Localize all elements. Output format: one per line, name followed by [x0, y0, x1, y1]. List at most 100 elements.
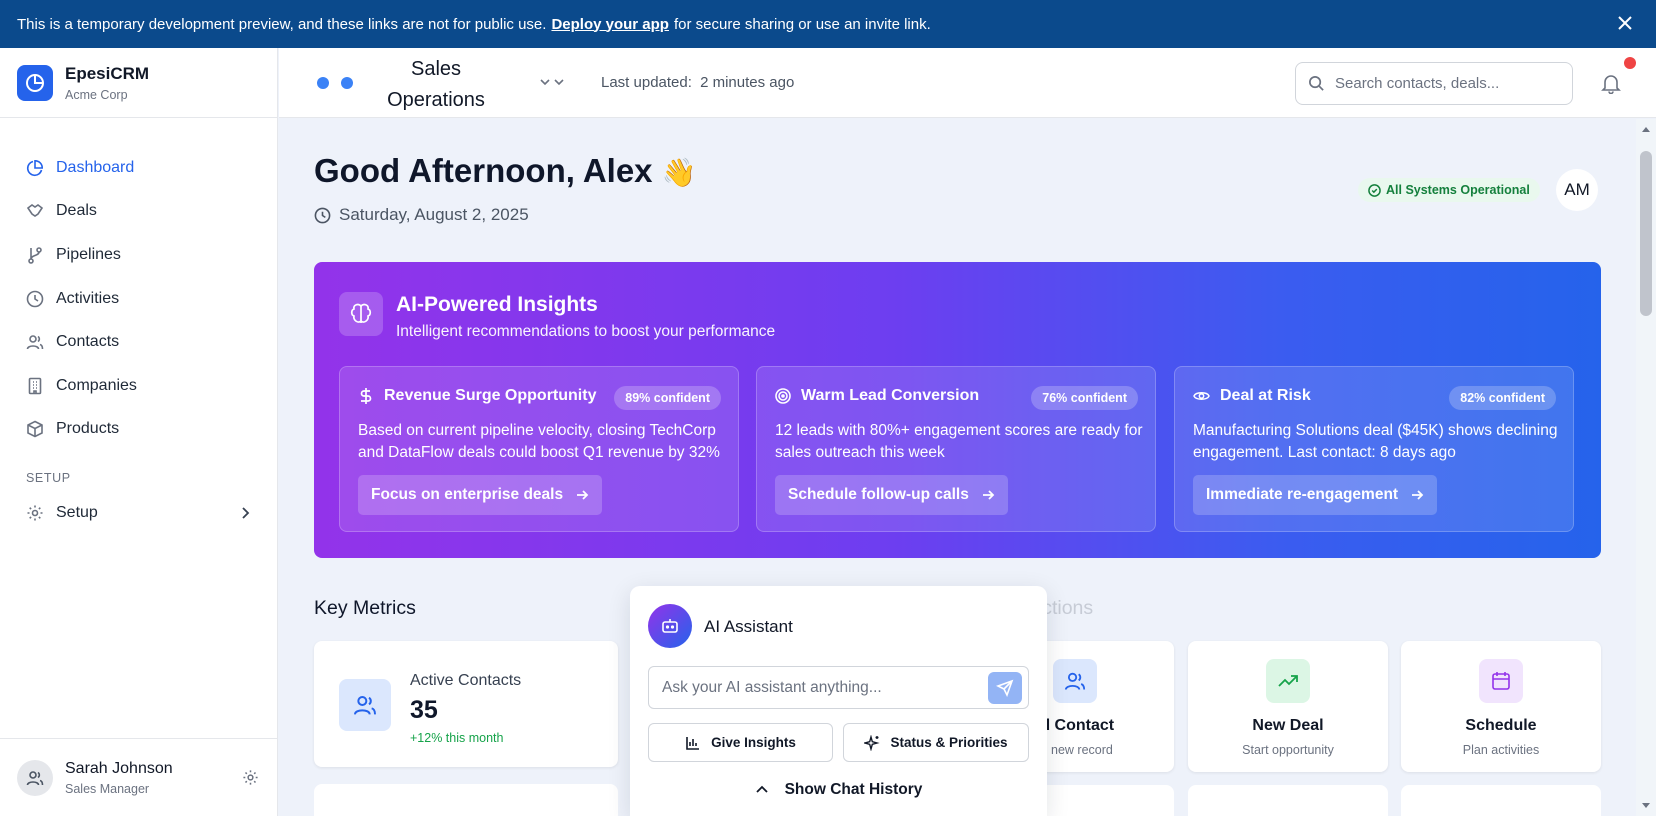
workspace-dots: [317, 77, 353, 89]
assistant-input[interactable]: [662, 678, 982, 697]
settings-icon[interactable]: [242, 769, 259, 786]
target-icon: [775, 388, 791, 404]
card-header: Revenue Surge Opportunity: [358, 387, 596, 405]
page-title: Good Afternoon, Alex 👋: [314, 152, 697, 190]
clock-icon: [314, 207, 331, 223]
quick-action-schedule[interactable]: Schedule Plan activities: [1401, 641, 1601, 772]
sidebar-item-companies[interactable]: Companies: [0, 364, 277, 408]
sidebar-item-label: Setup: [56, 503, 98, 521]
sidebar-item-pipelines[interactable]: Pipelines: [0, 233, 277, 277]
send-button[interactable]: [988, 672, 1022, 704]
give-insights-button[interactable]: Give Insights: [648, 723, 833, 762]
check-circle-icon: [1368, 183, 1381, 197]
sidebar-item-activities[interactable]: Activities: [0, 277, 277, 321]
quick-action-new-deal[interactable]: New Deal Start opportunity: [1188, 641, 1388, 772]
insight-card-revenue: Revenue Surge Opportunity 89% confident …: [339, 366, 739, 532]
status-text: All Systems Operational: [1386, 183, 1530, 197]
button-label: Immediate re-engagement: [1206, 486, 1399, 503]
metric-card-active-contacts[interactable]: Active Contacts 35 +12% this month: [314, 641, 618, 767]
logo-icon: [17, 64, 53, 101]
card-body: 12 leads with 80%+ engagement scores are…: [775, 422, 1143, 461]
arrow-right-icon: [577, 490, 589, 500]
sidebar-nav: Dashboard Deals Pipelines Activities Con…: [0, 118, 277, 535]
insight-card-deal-risk: Deal at Risk 82% confident Manufacturing…: [1174, 366, 1574, 532]
scroll-down-arrow-icon[interactable]: [1641, 802, 1651, 810]
insights-title: AI-Powered Insights: [396, 293, 598, 316]
brand-org: Acme Corp: [65, 87, 128, 102]
metric-delta: +12% this month: [410, 731, 504, 745]
users-icon: [339, 679, 391, 731]
sidebar-item-label: Dashboard: [56, 158, 135, 176]
card-title: Warm Lead Conversion: [801, 387, 980, 404]
card-header: Deal at Risk: [1193, 387, 1311, 405]
insight-card-warm-lead: Warm Lead Conversion 76% confident 12 le…: [756, 366, 1156, 532]
git-branch-icon: [26, 246, 44, 264]
sidebar-item-label: Deals: [56, 202, 97, 220]
quick-action-title: New Deal: [1252, 717, 1324, 734]
chevron-right-icon: [242, 507, 250, 519]
sparkles-icon: [864, 734, 881, 751]
chevron-down-icon[interactable]: [539, 76, 565, 88]
brand-name: EpesiCRM: [65, 63, 150, 83]
user-profile[interactable]: Sarah Johnson Sales Manager: [0, 738, 277, 816]
assistant-input-box[interactable]: [648, 666, 1029, 709]
trending-up-icon: [1266, 659, 1310, 703]
banner-text: This is a temporary development preview,…: [17, 15, 547, 33]
search-icon: [1309, 76, 1324, 91]
scroll-up-arrow-icon[interactable]: [1641, 125, 1651, 133]
confidence-badge: 82% confident: [1449, 386, 1556, 410]
sidebar-item-contacts[interactable]: Contacts: [0, 320, 277, 364]
user-avatar[interactable]: AM: [1556, 169, 1598, 211]
focus-enterprise-button[interactable]: Focus on enterprise deals: [358, 475, 603, 515]
sidebar-item-label: Pipelines: [56, 245, 121, 263]
users-icon: [26, 333, 44, 351]
card-title: Deal at Risk: [1220, 387, 1311, 404]
notification-badge: [1624, 57, 1636, 69]
users-icon: [1053, 659, 1097, 703]
eye-icon: [1193, 392, 1210, 400]
sidebar-item-deals[interactable]: Deals: [0, 190, 277, 234]
building-icon: [26, 377, 44, 395]
confidence-badge: 76% confident: [1031, 386, 1138, 410]
arrow-right-icon: [1412, 490, 1424, 500]
button-label: Schedule follow-up calls: [788, 486, 969, 503]
bell-icon[interactable]: [1600, 72, 1622, 94]
setup-section-label: SETUP: [26, 471, 71, 486]
quick-action-subtitle: Plan activities: [1462, 743, 1540, 757]
re-engagement-button[interactable]: Immediate re-engagement: [1193, 475, 1438, 515]
gear-icon: [26, 504, 44, 522]
card-header: Warm Lead Conversion: [775, 387, 979, 405]
deploy-link[interactable]: Deploy your app: [551, 16, 669, 33]
quick-action-card-partial[interactable]: [1401, 785, 1601, 816]
assistant-title: AI Assistant: [704, 617, 793, 636]
scrollbar-thumb[interactable]: [1640, 151, 1652, 316]
sidebar-item-setup[interactable]: Setup: [0, 491, 277, 535]
show-chat-history-button[interactable]: Show Chat History: [630, 781, 1047, 799]
quick-action-subtitle: Start opportunity: [1242, 743, 1334, 757]
bar-chart-icon: [686, 736, 700, 750]
quick-action-card-partial[interactable]: [1188, 785, 1388, 816]
ai-assistant-panel: AI Assistant Give Insights Status & Prio…: [630, 586, 1047, 816]
scrollbar[interactable]: [1636, 119, 1656, 816]
close-icon[interactable]: [1616, 14, 1634, 32]
date-text: Saturday, August 2, 2025: [339, 205, 529, 224]
brain-icon: [339, 292, 383, 336]
button-label: Focus on enterprise deals: [371, 486, 564, 503]
sidebar-item-dashboard[interactable]: Dashboard: [0, 146, 277, 190]
clock-icon: [26, 290, 44, 308]
schedule-follow-up-button[interactable]: Schedule follow-up calls: [775, 475, 1008, 515]
metric-card-partial[interactable]: [314, 784, 618, 816]
dollar-icon: [360, 388, 372, 404]
card-body: Based on current pipeline velocity, clos…: [358, 422, 720, 461]
workspace-selector[interactable]: Sales Operations: [371, 54, 501, 116]
last-updated: Last updated: 2 minutes ago: [601, 74, 794, 91]
user-name: Sarah Johnson: [65, 759, 173, 777]
greeting-text: Good Afternoon, Alex: [314, 152, 653, 189]
sidebar-item-label: Activities: [56, 289, 120, 307]
sidebar-item-label: Companies: [56, 376, 137, 394]
search-box[interactable]: [1295, 62, 1573, 105]
sidebar-item-products[interactable]: Products: [0, 408, 277, 452]
search-input[interactable]: [1335, 75, 1555, 92]
status-priorities-button[interactable]: Status & Priorities: [843, 723, 1029, 762]
topbar: Sales Operations Last updated: 2 minutes…: [279, 48, 1656, 118]
